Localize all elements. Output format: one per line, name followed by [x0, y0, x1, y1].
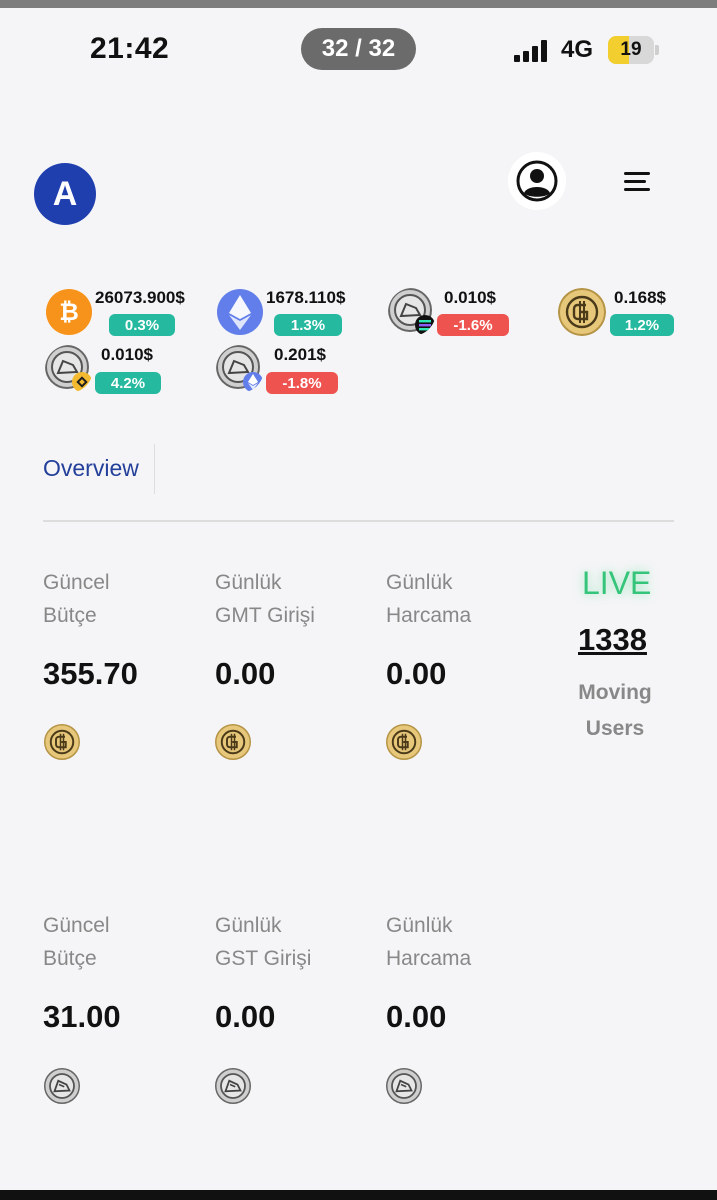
stat-label-line1: Güncel	[43, 914, 110, 937]
stat-label-line2: Bütçe	[43, 947, 97, 970]
stat-label-line1: Güncel	[43, 571, 110, 594]
gmt-coin-icon	[44, 724, 80, 760]
tab-overview[interactable]: Overview	[43, 455, 139, 482]
ticker-change-badge: -1.6%	[437, 314, 509, 336]
network-type: 4G	[561, 36, 594, 63]
stat-value: 31.00	[43, 999, 121, 1034]
ticker-item-eth[interactable]: 1678.110$ 1.3%	[216, 288, 376, 340]
gmt-coin-icon	[386, 724, 422, 760]
ticker-price: 0.201$	[274, 345, 326, 364]
ticker-item-gst-eth[interactable]: 0.201$ -1.8%	[216, 345, 346, 397]
ticker-price: 1678.110$	[266, 288, 346, 307]
moving-users-count[interactable]: 1338	[578, 622, 647, 658]
gst-coin-icon	[215, 1068, 251, 1104]
page-indicator: 32 / 32	[301, 28, 416, 70]
stat-label-line2: GMT Girişi	[215, 604, 315, 627]
gst-eth-icon	[216, 345, 263, 392]
svg-text:₿: ₿	[59, 298, 79, 326]
status-time: 21:42	[90, 32, 170, 65]
stat-label-line2: Bütçe	[43, 604, 97, 627]
ticker-change-badge: 0.3%	[109, 314, 175, 336]
signal-icon	[514, 40, 548, 62]
ticker-change-badge: 4.2%	[95, 372, 161, 394]
stat-label-line2: GST Girişi	[215, 947, 312, 970]
stat-value: 0.00	[386, 999, 447, 1034]
gst-bsc-icon	[45, 345, 92, 392]
bitcoin-icon: ₿	[46, 289, 92, 335]
stat-label-line1: Günlük	[386, 914, 453, 937]
ticker-item-gst-sol[interactable]: 0.010$ -1.6%	[388, 288, 518, 340]
ticker-change-badge: -1.8%	[266, 372, 338, 394]
battery-icon: 19	[608, 36, 654, 64]
gst-coin-icon	[44, 1068, 80, 1104]
stat-label-line2: Harcama	[386, 947, 472, 970]
moving-users-label-line2: Users	[585, 717, 645, 740]
moving-users-label: Moving Users	[560, 675, 670, 747]
screen-top-border	[0, 0, 717, 8]
stat-value: 0.00	[386, 656, 447, 691]
ticker-price: 0.168$	[614, 288, 666, 307]
ticker-item-btc[interactable]: ₿ 26073.900$ 0.3%	[45, 288, 205, 340]
section-divider	[43, 520, 674, 522]
battery-level: 19	[620, 39, 642, 60]
gmt-coin-icon	[558, 288, 606, 336]
ticker-item-gmt[interactable]: 0.168$ 1.2%	[558, 288, 688, 340]
ticker-price: 0.010$	[101, 345, 153, 364]
ticker-item-gst-bsc[interactable]: 0.010$ 4.2%	[45, 345, 175, 397]
ethereum-icon	[217, 289, 263, 335]
gmt-coin-icon	[215, 724, 251, 760]
hamburger-menu-icon[interactable]	[620, 168, 654, 196]
ticker-price: 0.010$	[444, 288, 496, 307]
stat-value: 0.00	[215, 656, 276, 691]
screen-bottom-border	[0, 1190, 717, 1200]
gst-coin-icon	[386, 1068, 422, 1104]
ticker-change-badge: 1.3%	[274, 314, 342, 336]
stat-label-line2: Harcama	[386, 604, 472, 627]
stat-label-line1: Günlük	[386, 571, 453, 594]
app-logo[interactable]: A	[34, 163, 96, 225]
battery-tip	[655, 45, 659, 55]
stat-value: 355.70	[43, 656, 138, 691]
ticker-change-badge: 1.2%	[610, 314, 674, 336]
stat-label-line1: Günlük	[215, 571, 282, 594]
moving-users-label-line1: Moving	[578, 681, 652, 704]
ticker-price: 26073.900$	[95, 288, 185, 307]
tab-separator	[154, 444, 155, 494]
gst-solana-icon	[388, 288, 435, 335]
user-icon[interactable]	[508, 152, 566, 210]
stat-value: 0.00	[215, 999, 276, 1034]
stat-label-line1: Günlük	[215, 914, 282, 937]
live-indicator: LIVE	[582, 565, 652, 601]
